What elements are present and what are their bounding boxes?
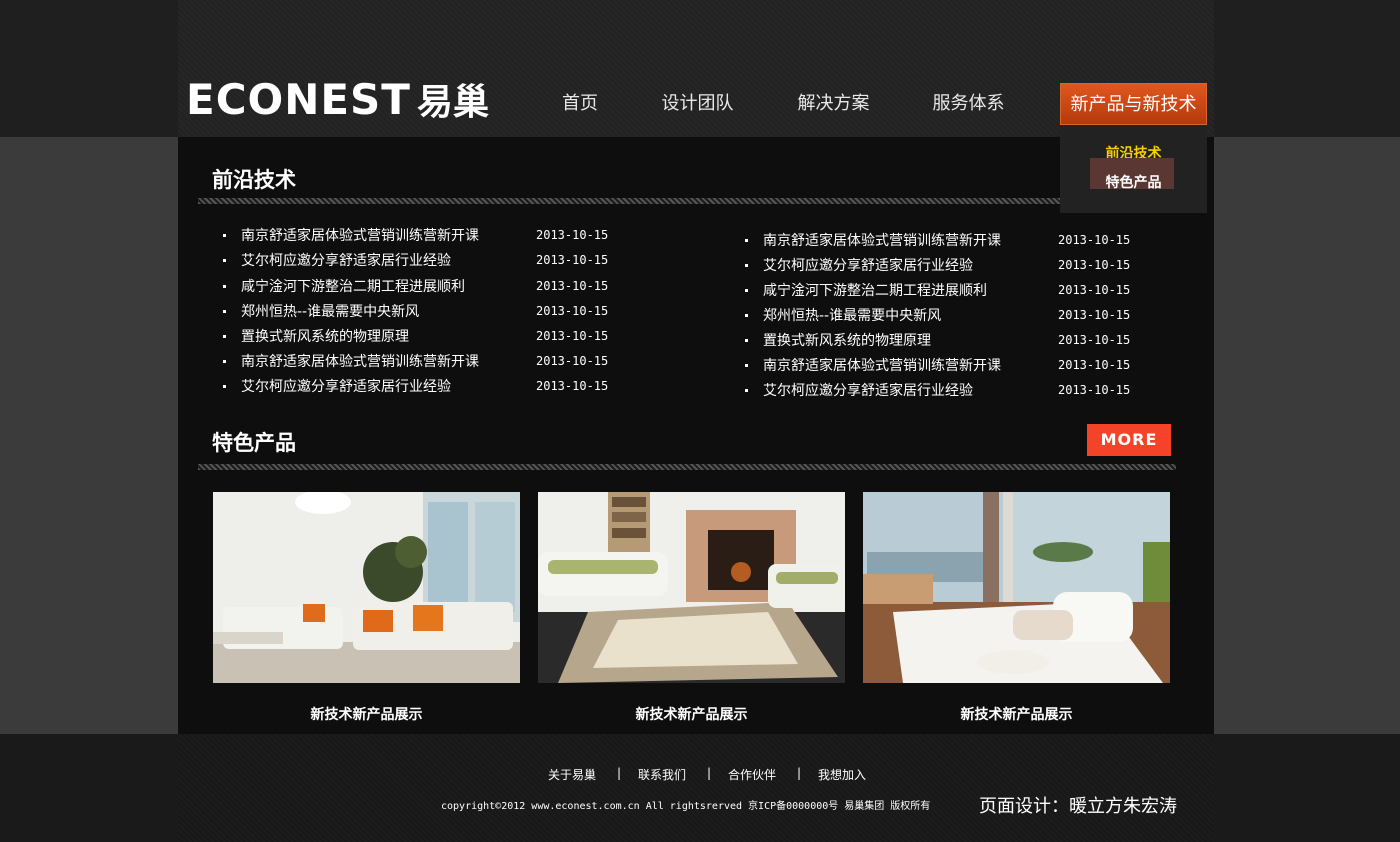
news-date: 2013-10-15 <box>1058 358 1131 372</box>
bullet-icon <box>745 289 748 292</box>
bullet-icon <box>223 335 226 338</box>
news-date: 2013-10-15 <box>536 304 609 318</box>
news-title[interactable]: 南京舒适家居体验式营销训练营新开课 <box>763 231 1001 251</box>
product-card[interactable]: 新技术新产品展示 <box>863 492 1170 723</box>
nav-service-system[interactable]: 服务体系 <box>931 83 1006 125</box>
list-item[interactable]: 艾尔柯应邀分享舒适家居行业经验 2013-10-15 <box>745 381 1145 401</box>
bullet-icon <box>223 259 226 262</box>
list-item[interactable]: 艾尔柯应邀分享舒适家居行业经验 2013-10-15 <box>223 377 623 397</box>
list-item[interactable]: 郑州恒热--谁最需要中央新风 2013-10-15 <box>745 306 1145 326</box>
main-content: 前沿技术 南京舒适家居体验式营销训练营新开课 2013-10-15 艾尔柯应邀分… <box>178 137 1214 734</box>
news-date: 2013-10-15 <box>536 228 609 242</box>
news-date: 2013-10-15 <box>536 379 609 393</box>
bullet-icon <box>223 234 226 237</box>
frontier-divider <box>198 198 1176 204</box>
news-title[interactable]: 艾尔柯应邀分享舒适家居行业经验 <box>241 377 451 397</box>
product-caption[interactable]: 新技术新产品展示 <box>213 704 520 724</box>
list-item[interactable]: 艾尔柯应邀分享舒适家居行业经验 2013-10-15 <box>223 251 623 271</box>
product-caption[interactable]: 新技术新产品展示 <box>863 704 1170 724</box>
news-title[interactable]: 艾尔柯应邀分享舒适家居行业经验 <box>763 381 973 401</box>
bullet-icon <box>223 385 226 388</box>
bullet-icon <box>223 360 226 363</box>
product-image-fireplace-room[interactable] <box>538 492 845 683</box>
news-title[interactable]: 咸宁淦河下游整治二期工程进展顺利 <box>763 281 987 301</box>
bullet-icon <box>223 285 226 288</box>
product-image-bedroom[interactable] <box>863 492 1170 683</box>
list-item[interactable]: 咸宁淦河下游整治二期工程进展顺利 2013-10-15 <box>223 277 623 297</box>
featured-divider <box>198 464 1176 470</box>
news-title[interactable]: 置换式新风系统的物理原理 <box>241 327 409 347</box>
product-card[interactable]: 新技术新产品展示 <box>538 492 845 723</box>
footer-link-partners[interactable]: 合作伙伴 <box>728 766 776 783</box>
news-date: 2013-10-15 <box>1058 383 1131 397</box>
footer-separator: | <box>707 766 712 780</box>
footer-separator: | <box>797 766 802 780</box>
nav-solutions[interactable]: 解决方案 <box>796 83 871 125</box>
news-date: 2013-10-15 <box>1058 258 1131 272</box>
fireplace-room-photo <box>538 492 845 683</box>
news-date: 2013-10-15 <box>1058 308 1131 322</box>
logo-cn: 易巢 <box>416 82 489 123</box>
bullet-icon <box>745 339 748 342</box>
footer-link-join[interactable]: 我想加入 <box>818 766 866 783</box>
footer-link-contact[interactable]: 联系我们 <box>638 766 686 783</box>
bullet-icon <box>745 389 748 392</box>
logo-text: ECONEST <box>186 75 411 124</box>
footer-separator: | <box>617 766 622 780</box>
news-date: 2013-10-15 <box>536 253 609 267</box>
bullet-icon <box>223 310 226 313</box>
list-item[interactable]: 南京舒适家居体验式营销训练营新开课 2013-10-15 <box>745 356 1145 376</box>
list-item[interactable]: 咸宁淦河下游整治二期工程进展顺利 2013-10-15 <box>745 281 1145 301</box>
list-item[interactable]: 置换式新风系统的物理原理 2013-10-15 <box>223 327 623 347</box>
product-image-living-room[interactable] <box>213 492 520 683</box>
copyright-text: copyright©2012 www.econest.com.cn All ri… <box>441 801 931 812</box>
dropdown-item-featured-products[interactable]: 特色产品 <box>1060 172 1207 192</box>
nav-dropdown: 前沿技术 特色产品 <box>1060 125 1207 213</box>
bullet-icon <box>745 264 748 267</box>
product-card[interactable]: 新技术新产品展示 <box>213 492 520 723</box>
list-item[interactable]: 郑州恒热--谁最需要中央新风 2013-10-15 <box>223 302 623 322</box>
news-title[interactable]: 艾尔柯应邀分享舒适家居行业经验 <box>763 256 973 276</box>
news-date: 2013-10-15 <box>536 329 609 343</box>
list-item[interactable]: 艾尔柯应邀分享舒适家居行业经验 2013-10-15 <box>745 256 1145 276</box>
bullet-icon <box>745 239 748 242</box>
news-title[interactable]: 置换式新风系统的物理原理 <box>763 331 931 351</box>
bullet-icon <box>745 314 748 317</box>
news-title[interactable]: 郑州恒热--谁最需要中央新风 <box>763 306 941 326</box>
news-date: 2013-10-15 <box>1058 233 1131 247</box>
nav-new-products-tech[interactable]: 新产品与新技术 <box>1060 83 1207 125</box>
footer: 关于易巢 | 联系我们 | 合作伙伴 | 我想加入 copyright©2012… <box>178 734 1214 842</box>
news-title[interactable]: 南京舒适家居体验式营销训练营新开课 <box>763 356 1001 376</box>
news-date: 2013-10-15 <box>1058 283 1131 297</box>
frontier-title: 前沿技术 <box>212 168 296 192</box>
product-caption[interactable]: 新技术新产品展示 <box>538 704 845 724</box>
header: ECONEST 易巢 首页 设计团队 解决方案 服务体系 新产品与新技术 <box>178 0 1214 137</box>
logo[interactable]: ECONEST 易巢 <box>186 79 489 123</box>
page-frame: ECONEST 易巢 首页 设计团队 解决方案 服务体系 新产品与新技术 前沿技术… <box>178 0 1214 842</box>
nav-design-team[interactable]: 设计团队 <box>660 83 735 125</box>
more-button[interactable]: MORE <box>1087 424 1171 456</box>
bullet-icon <box>745 364 748 367</box>
list-item[interactable]: 南京舒适家居体验式营销训练营新开课 2013-10-15 <box>223 352 623 372</box>
news-title[interactable]: 郑州恒热--谁最需要中央新风 <box>241 302 419 322</box>
featured-title: 特色产品 <box>212 431 296 455</box>
nav-home[interactable]: 首页 <box>560 83 600 125</box>
news-date: 2013-10-15 <box>1058 333 1131 347</box>
bedroom-photo <box>863 492 1170 683</box>
designer-credit: 页面设计：暖立方朱宏涛 <box>979 796 1177 817</box>
news-title[interactable]: 咸宁淦河下游整治二期工程进展顺利 <box>241 277 465 297</box>
news-date: 2013-10-15 <box>536 354 609 368</box>
news-title[interactable]: 南京舒适家居体验式营销训练营新开课 <box>241 352 479 372</box>
list-item[interactable]: 南京舒适家居体验式营销训练营新开课 2013-10-15 <box>223 226 623 246</box>
living-room-photo <box>213 492 520 683</box>
footer-link-about[interactable]: 关于易巢 <box>548 766 596 783</box>
news-title[interactable]: 南京舒适家居体验式营销训练营新开课 <box>241 226 479 246</box>
list-item[interactable]: 南京舒适家居体验式营销训练营新开课 2013-10-15 <box>745 231 1145 251</box>
news-title[interactable]: 艾尔柯应邀分享舒适家居行业经验 <box>241 251 451 271</box>
list-item[interactable]: 置换式新风系统的物理原理 2013-10-15 <box>745 331 1145 351</box>
news-date: 2013-10-15 <box>536 279 609 293</box>
